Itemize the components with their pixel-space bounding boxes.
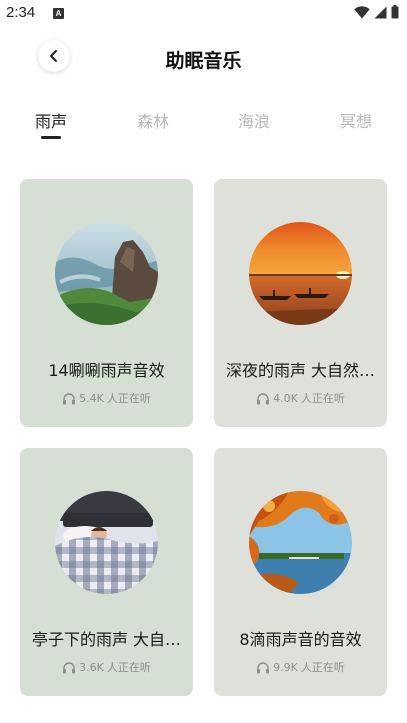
tab-label: 海浪 — [237, 112, 270, 131]
notification-a-icon: A — [53, 8, 64, 19]
category-tabs: 雨声 森林 海浪 冥想 — [0, 108, 407, 152]
card-thumbnail — [55, 222, 158, 325]
listener-suffix: 人正在听 — [106, 661, 151, 674]
card-title: 14唰唰雨声音效 — [48, 361, 165, 380]
listener-number: 3.6K — [79, 660, 104, 674]
tab-label: 森林 — [136, 112, 169, 131]
headphones-icon — [257, 661, 270, 673]
listener-count: 9.9K 人正在听 — [214, 659, 387, 675]
listener-count: 3.6K 人正在听 — [20, 659, 193, 675]
listener-suffix: 人正在听 — [300, 392, 345, 405]
sound-card[interactable]: 8滴雨声音的音效 9.9K 人正在听 — [214, 448, 387, 696]
headphones-icon — [63, 392, 76, 404]
listener-number: 9.9K — [273, 660, 298, 674]
card-thumbnail — [55, 491, 158, 594]
card-title: 8滴雨声音的音效 — [239, 630, 362, 649]
wifi-icon — [354, 5, 370, 18]
tab-label: 冥想 — [339, 112, 372, 131]
listener-number: 5.4K — [79, 391, 104, 405]
sound-card[interactable]: 深夜的雨声 大自然… 4.0K 人正在听 — [214, 179, 387, 427]
card-title: 深夜的雨声 大自然… — [225, 361, 376, 380]
sound-card[interactable]: 亭子下的雨声 大自… 3.6K 人正在听 — [20, 448, 193, 696]
tab-waves[interactable]: 海浪 — [224, 108, 284, 132]
tab-rain[interactable]: 雨声 — [21, 108, 81, 139]
listener-count: 4.0K 人正在听 — [214, 390, 387, 406]
listener-count: 5.4K 人正在听 — [20, 390, 193, 406]
listener-suffix: 人正在听 — [300, 661, 345, 674]
status-bar: 2:34 A — [0, 0, 407, 28]
sound-card[interactable]: 14唰唰雨声音效 5.4K 人正在听 — [20, 179, 193, 427]
page-title: 助眠音乐 — [165, 50, 242, 72]
card-thumbnail — [249, 491, 352, 594]
headphones-icon — [257, 392, 270, 404]
tab-active-indicator — [41, 136, 61, 139]
listener-number: 4.0K — [273, 391, 298, 405]
tab-label: 雨声 — [34, 112, 67, 131]
card-thumbnail — [249, 222, 352, 325]
tab-forest[interactable]: 森林 — [123, 108, 183, 132]
header: 助眠音乐 — [0, 36, 407, 84]
tab-meditation[interactable]: 冥想 — [326, 108, 386, 132]
listener-suffix: 人正在听 — [106, 392, 151, 405]
battery-icon — [391, 5, 399, 19]
headphones-icon — [63, 661, 76, 673]
card-title: 亭子下的雨声 大自… — [31, 630, 182, 649]
status-time: 2:34 — [6, 4, 36, 21]
signal-icon — [374, 6, 387, 18]
